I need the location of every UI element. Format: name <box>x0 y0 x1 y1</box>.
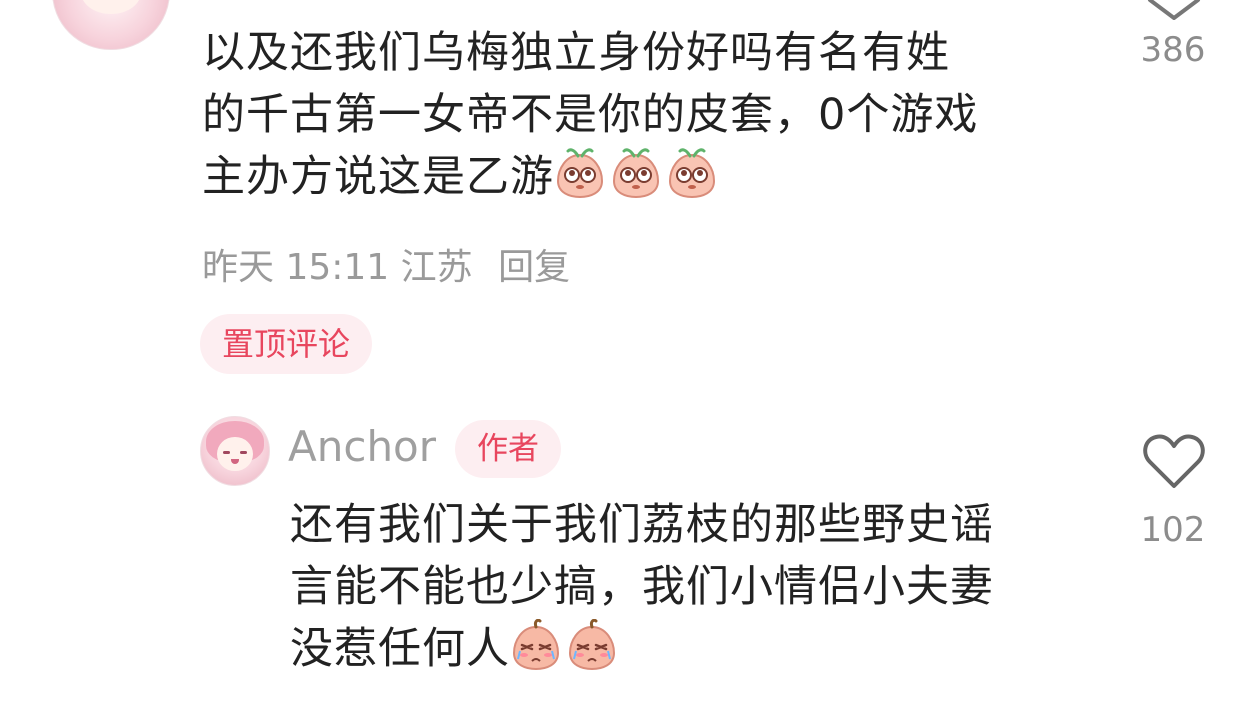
peach-eyes-emoji <box>554 147 606 199</box>
comment-line: 主办方说这是乙游 <box>202 146 978 208</box>
peach-eyes-emoji <box>666 147 718 199</box>
comment-line: 言能不能也少搞，我们小情侣小夫妻 <box>290 562 994 612</box>
peach-crying-emoji <box>510 618 562 671</box>
avatar[interactable] <box>52 0 170 50</box>
reply-button[interactable]: 回复 <box>498 247 570 288</box>
author-badge: 作者 <box>455 420 561 478</box>
like-count: 102 <box>1140 510 1206 550</box>
peach-crying-emoji <box>566 618 618 671</box>
comment-line: 还有我们关于我们荔枝的那些野史谣 <box>290 500 994 550</box>
comment-body: 以及还我们乌梅独立身份好吗有名有姓 的千古第一女帝不是你的皮套，0个游戏 主办方… <box>202 22 978 208</box>
comment-line: 以及还我们乌梅独立身份好吗有名有姓 <box>202 28 950 78</box>
comment-line: 的千古第一女帝不是你的皮套，0个游戏 <box>202 90 979 140</box>
comment-line-text: 没惹任何人 <box>290 624 510 674</box>
comment-line-text: 主办方说这是乙游 <box>202 152 554 202</box>
comment-time: 昨天 15:11 <box>202 247 390 288</box>
comment-line: 没惹任何人 <box>290 618 994 680</box>
heart-icon[interactable] <box>1142 432 1206 490</box>
author-name[interactable]: Anchor <box>288 422 436 471</box>
peach-eyes-emoji <box>610 147 662 199</box>
like-count: 386 <box>1140 30 1206 70</box>
pinned-comment-badge: 置顶评论 <box>200 314 373 374</box>
heart-icon[interactable] <box>1144 0 1204 22</box>
avatar[interactable] <box>200 416 270 486</box>
comment-body: 还有我们关于我们荔枝的那些野史谣 言能不能也少搞，我们小情侣小夫妻 没惹任何人 <box>290 494 994 680</box>
comment-meta: 昨天 15:11 江苏 回复 <box>202 238 570 290</box>
comment-location: 江苏 <box>400 247 473 288</box>
comment-thread: { "comment1": { "lines": [ "以及还我们乌梅独立身份好… <box>0 0 1260 712</box>
